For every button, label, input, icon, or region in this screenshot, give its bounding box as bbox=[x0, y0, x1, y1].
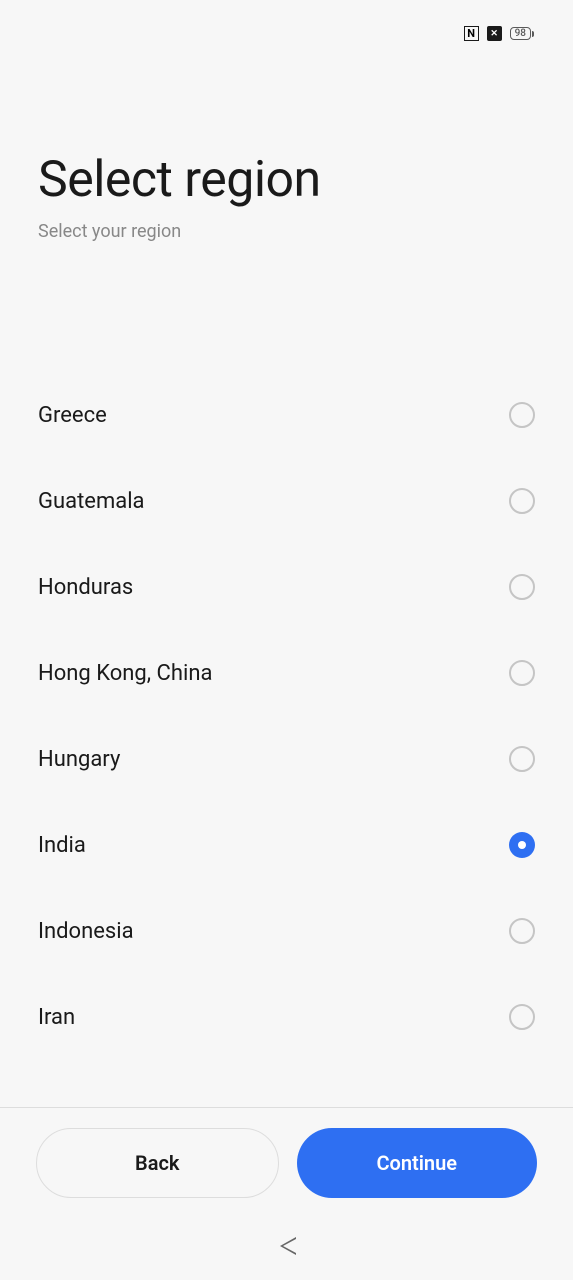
page-header: Select region Select your region bbox=[0, 51, 573, 242]
region-item[interactable]: Greece bbox=[0, 372, 573, 458]
system-nav-bar bbox=[0, 1218, 573, 1280]
region-label: Honduras bbox=[38, 575, 133, 600]
radio-icon[interactable] bbox=[509, 402, 535, 428]
region-item[interactable]: Honduras bbox=[0, 544, 573, 630]
radio-icon[interactable] bbox=[509, 1004, 535, 1030]
page-subtitle: Select your region bbox=[38, 221, 535, 242]
radio-icon[interactable] bbox=[509, 488, 535, 514]
button-bar: Back Continue bbox=[0, 1108, 573, 1218]
page-title: Select region bbox=[38, 151, 535, 209]
region-label: India bbox=[38, 833, 86, 858]
region-item[interactable]: Hungary bbox=[0, 716, 573, 802]
nfc-icon bbox=[464, 26, 479, 41]
region-label: Guatemala bbox=[38, 489, 145, 514]
region-label: Greece bbox=[38, 403, 107, 428]
radio-icon[interactable] bbox=[509, 660, 535, 686]
region-list: Greece Guatemala Honduras Hong Kong, China H… bbox=[0, 372, 573, 1107]
radio-icon[interactable] bbox=[509, 918, 535, 944]
radio-icon[interactable] bbox=[509, 746, 535, 772]
region-item[interactable]: Guatemala bbox=[0, 458, 573, 544]
region-item[interactable]: Hong Kong, China bbox=[0, 630, 573, 716]
status-bar: ✕ 98 bbox=[0, 0, 573, 51]
radio-icon[interactable] bbox=[509, 832, 535, 858]
region-label: Indonesia bbox=[38, 919, 134, 944]
battery-level: 98 bbox=[510, 27, 531, 40]
continue-button[interactable]: Continue bbox=[297, 1128, 538, 1198]
back-button[interactable]: Back bbox=[36, 1128, 279, 1198]
radio-icon[interactable] bbox=[509, 574, 535, 600]
region-item[interactable]: Indonesia bbox=[0, 888, 573, 974]
close-badge-icon: ✕ bbox=[487, 26, 502, 41]
region-label: Hungary bbox=[38, 747, 120, 772]
region-item[interactable]: Iran bbox=[0, 974, 573, 1060]
nav-back-icon[interactable] bbox=[278, 1236, 296, 1256]
region-label: Iran bbox=[38, 1005, 75, 1030]
region-label: Hong Kong, China bbox=[38, 661, 212, 686]
region-item[interactable]: India bbox=[0, 802, 573, 888]
